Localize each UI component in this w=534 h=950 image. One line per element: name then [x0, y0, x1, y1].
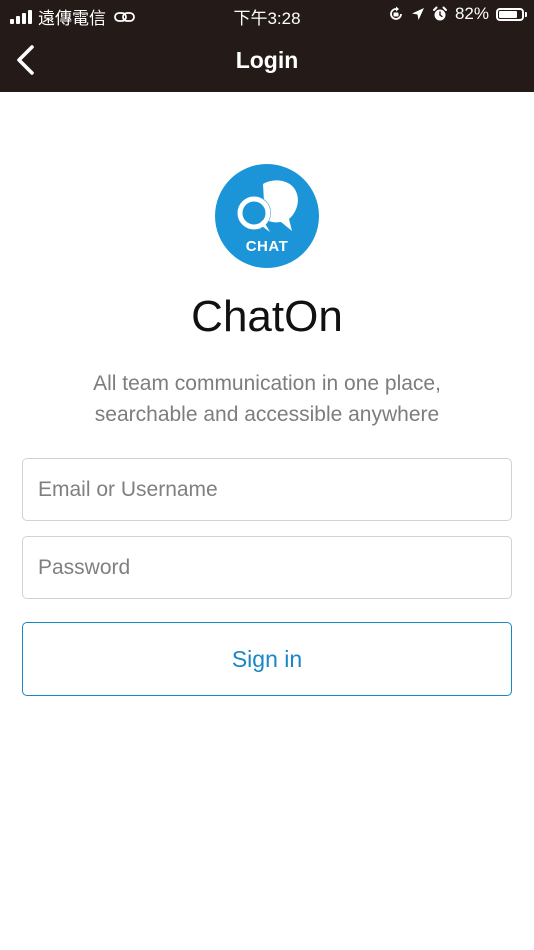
app-tagline: All team communication in one place, sea… [93, 372, 441, 426]
battery-percent: 82% [454, 4, 489, 23]
page-title: Login [235, 47, 299, 73]
alarm-icon [432, 6, 447, 21]
status-right: 82% [388, 4, 527, 24]
orientation-lock-icon [390, 6, 402, 20]
status-bar: 遠傳電信 下午3:28 82% [0, 0, 534, 30]
navigation-bar: Login [0, 30, 534, 92]
logo-text: CHAT [245, 238, 289, 255]
battery-fill [499, 10, 518, 18]
password-input[interactable] [22, 536, 512, 599]
battery-icon [496, 7, 527, 21]
app-logo: CHAT [215, 164, 319, 268]
login-screen: 遠傳電信 下午3:28 82% Login CHAT ChatOn All te… [0, 0, 534, 950]
location-arrow-icon [411, 8, 424, 20]
app-name: ChatOn [191, 292, 343, 341]
sign-in-button[interactable]: Sign in [22, 622, 512, 696]
top-bar: 遠傳電信 下午3:28 82% Login [0, 0, 534, 92]
email-username-input[interactable] [22, 458, 512, 521]
